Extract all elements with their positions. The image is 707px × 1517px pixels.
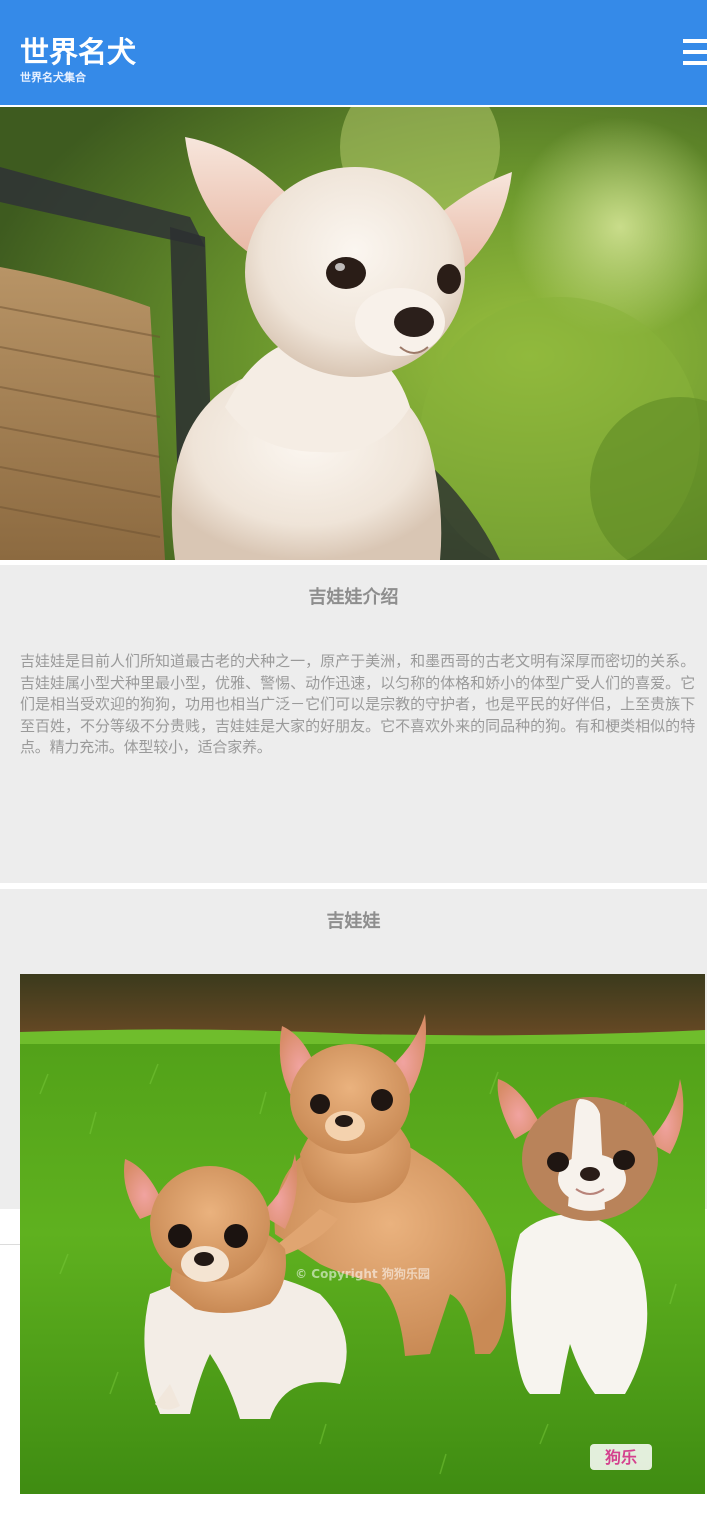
site-header: 世界名犬 世界名犬集合	[0, 0, 707, 105]
footer-divider	[0, 1244, 20, 1245]
copyright-text: © Copyright 狗狗乐园	[295, 1267, 430, 1281]
watermark-text: 狗乐	[605, 1448, 637, 1467]
site-subtitle: 世界名犬集合	[20, 71, 86, 84]
hero-chihuahua-photo	[0, 107, 707, 560]
intro-body: 吉娃娃是目前人们所知道最古老的犬种之一，原产于美洲，和墨西哥的古老文明有深厚而密…	[20, 652, 695, 756]
gouyuan-watermark: 狗乐	[590, 1444, 652, 1470]
intro-title: 吉娃娃介绍	[308, 587, 399, 608]
chihuahua-puppies-photo: 狗乐	[20, 974, 705, 1494]
site-title[interactable]: 世界名犬	[20, 34, 136, 70]
hamburger-menu-icon[interactable]	[683, 37, 707, 67]
gallery-title: 吉娃娃	[326, 911, 381, 932]
